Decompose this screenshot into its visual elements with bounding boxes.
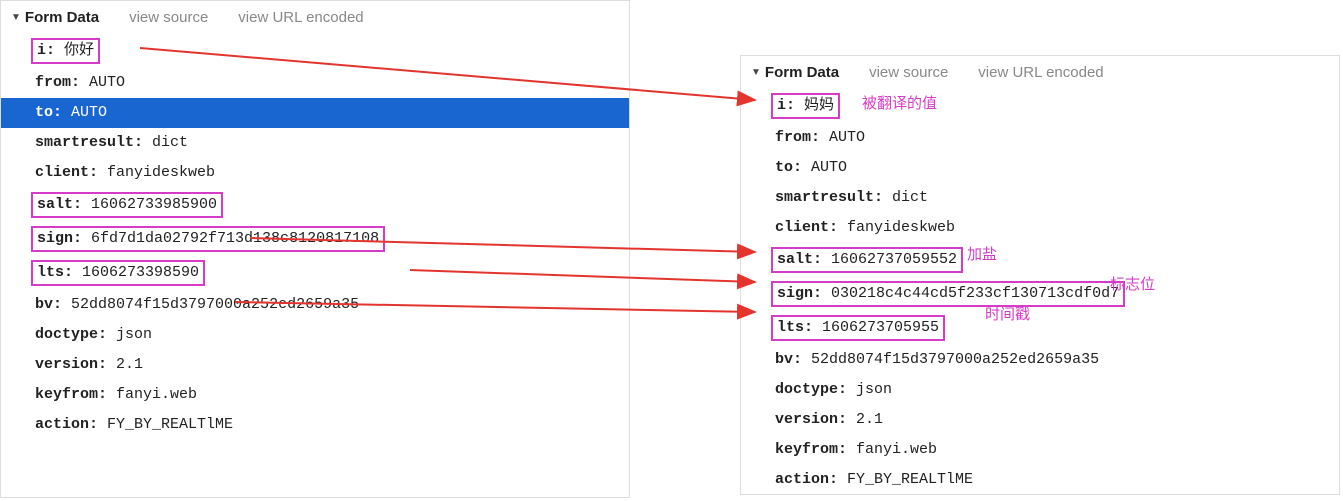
row-doctype[interactable]: doctype: json xyxy=(769,375,1339,405)
row-to[interactable]: to: AUTO xyxy=(769,153,1339,183)
row-version[interactable]: version: 2.1 xyxy=(769,405,1339,435)
row-bv[interactable]: bv: 52dd8074f15d3797000a252ed2659a35 xyxy=(29,290,629,320)
row-from[interactable]: from: AUTO xyxy=(29,68,629,98)
row-smartresult[interactable]: smartresult: dict xyxy=(769,183,1339,213)
view-source-link[interactable]: view source xyxy=(869,64,948,81)
form-data-label: Form Data xyxy=(25,9,99,26)
view-url-encoded-link[interactable]: view URL encoded xyxy=(238,9,363,26)
form-data-title-right[interactable]: ▼ Form Data xyxy=(751,64,839,81)
row-lts[interactable]: lts: 1606273398590 xyxy=(29,256,629,290)
annotation-sign: 标志位 xyxy=(1110,273,1155,294)
form-data-label: Form Data xyxy=(765,64,839,81)
left-devtools-panel: ▼ Form Data view source view URL encoded… xyxy=(0,0,630,498)
row-client[interactable]: client: fanyideskweb xyxy=(29,158,629,188)
row-salt[interactable]: salt: 16062733985900 xyxy=(29,188,629,222)
view-url-encoded-link[interactable]: view URL encoded xyxy=(978,64,1103,81)
right-form-rows: i: 妈妈 from: AUTO to: AUTO smartresult: d… xyxy=(741,87,1339,501)
row-lts[interactable]: lts: 1606273705955 xyxy=(769,311,1339,345)
form-data-header: ▼ Form Data view source view URL encoded xyxy=(1,1,629,32)
form-data-title[interactable]: ▼ Form Data xyxy=(11,9,99,26)
row-i[interactable]: i: 妈妈 xyxy=(769,89,1339,123)
row-keyfrom[interactable]: keyfrom: fanyi.web xyxy=(29,380,629,410)
right-devtools-panel: ▼ Form Data view source view URL encoded… xyxy=(740,55,1340,495)
row-sign[interactable]: sign: 6fd7d1da02792f713d138c8120817108 xyxy=(29,222,629,256)
row-keyfrom[interactable]: keyfrom: fanyi.web xyxy=(769,435,1339,465)
row-smartresult[interactable]: smartresult: dict xyxy=(29,128,629,158)
row-client[interactable]: client: fanyideskweb xyxy=(769,213,1339,243)
row-version[interactable]: version: 2.1 xyxy=(29,350,629,380)
row-bv[interactable]: bv: 52dd8074f15d3797000a252ed2659a35 xyxy=(769,345,1339,375)
left-form-rows: i: 你好 from: AUTO to: AUTO smartresult: d… xyxy=(1,32,629,446)
form-data-header-right: ▼ Form Data view source view URL encoded xyxy=(741,56,1339,87)
view-source-link[interactable]: view source xyxy=(129,9,208,26)
annotation-salt: 加盐 xyxy=(967,243,997,264)
row-sign[interactable]: sign: 030218c4c44cd5f233cf130713cdf0d7 xyxy=(769,277,1339,311)
row-doctype[interactable]: doctype: json xyxy=(29,320,629,350)
row-salt[interactable]: salt: 16062737059552 xyxy=(769,243,1339,277)
row-action[interactable]: action: FY_BY_REALTlME xyxy=(29,410,629,440)
row-from[interactable]: from: AUTO xyxy=(769,123,1339,153)
row-i[interactable]: i: 你好 xyxy=(29,34,629,68)
row-action[interactable]: action: FY_BY_REALTlME xyxy=(769,465,1339,495)
annotation-lts: 时间戳 xyxy=(985,303,1030,324)
row-to[interactable]: to: AUTO xyxy=(1,98,629,128)
annotation-translated-value: 被翻译的值 xyxy=(862,92,937,113)
collapse-triangle-icon[interactable]: ▼ xyxy=(751,67,761,78)
collapse-triangle-icon[interactable]: ▼ xyxy=(11,12,21,23)
